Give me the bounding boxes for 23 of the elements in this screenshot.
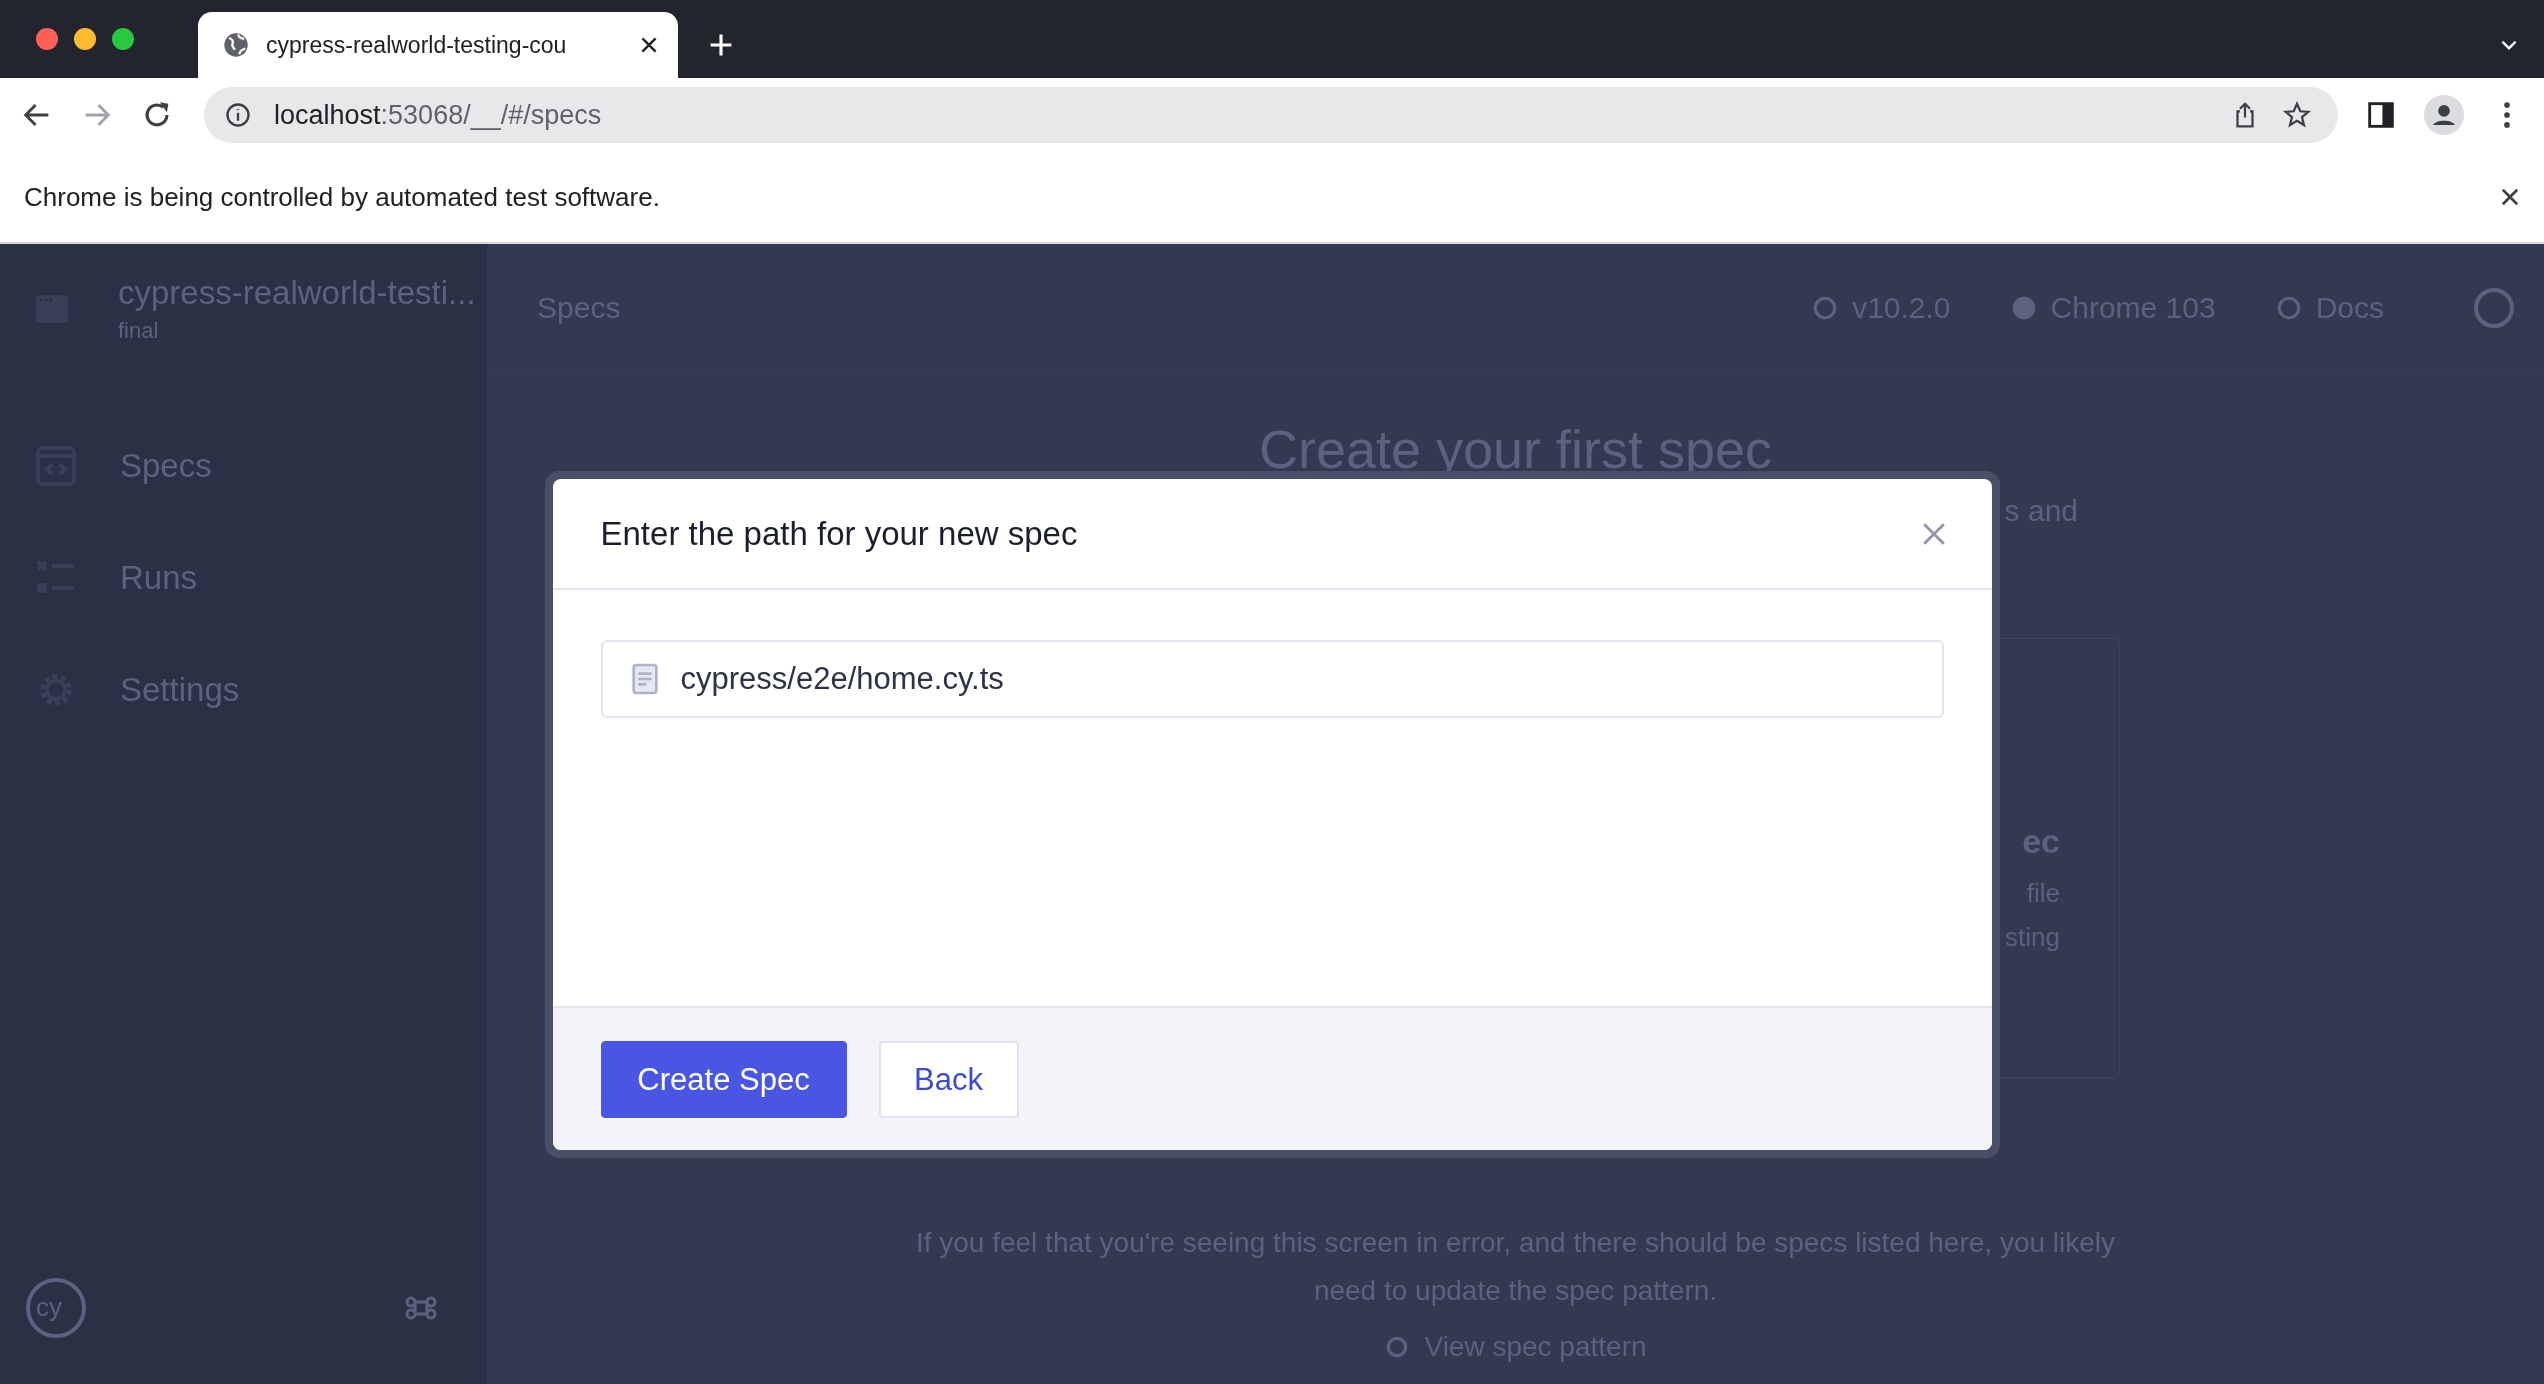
zoom-window-button[interactable] xyxy=(112,28,134,50)
close-window-button[interactable] xyxy=(36,28,58,50)
sidebar-nav-item[interactable]: Runs xyxy=(0,522,487,634)
star-icon[interactable] xyxy=(2282,100,2312,130)
new-tab-icon[interactable] xyxy=(708,32,734,58)
branch-name: final xyxy=(118,317,160,344)
address-bar[interactable]: localhost:53068/__/#/specs xyxy=(204,87,2338,143)
info-icon xyxy=(224,101,252,129)
automation-notice: Chrome is being controlled by automated test software. xyxy=(24,181,660,213)
minimize-window-button[interactable] xyxy=(74,28,96,50)
dialog-title: Enter the path for your new spec xyxy=(600,514,1078,553)
project-name: cypress-realworld-testi... xyxy=(118,273,476,312)
document-icon xyxy=(630,663,659,695)
cy-logo-icon: cy xyxy=(24,1276,88,1340)
circle-icon xyxy=(1812,294,1839,321)
create-spec-button[interactable]: Create Spec xyxy=(600,1041,847,1118)
globe-icon xyxy=(222,31,250,59)
sidebar-nav-item[interactable]: Settings xyxy=(0,634,487,746)
back-button[interactable]: Back xyxy=(878,1041,1019,1118)
sidebar-nav-item[interactable]: Specs xyxy=(0,410,487,522)
spec-path-field[interactable]: cypress/e2e/home.cy.ts xyxy=(600,640,1944,718)
profile-avatar-icon[interactable] xyxy=(2424,95,2464,135)
browser-tab[interactable]: cypress-realworld-testing-cou xyxy=(198,12,678,78)
